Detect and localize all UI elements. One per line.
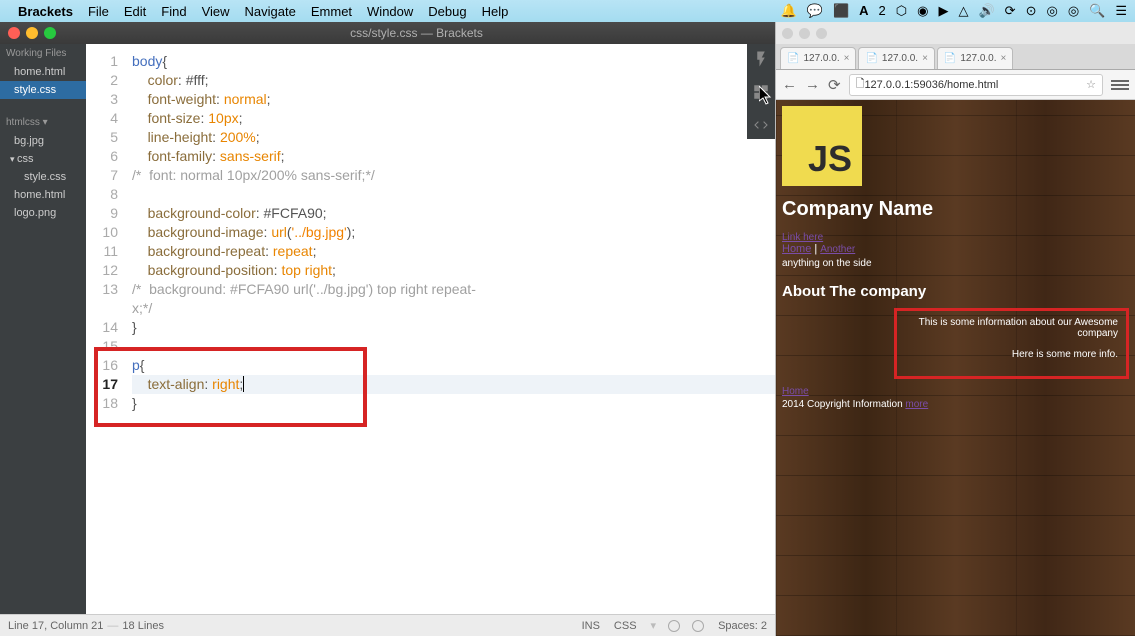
close-tab-icon[interactable]: × (844, 53, 850, 64)
reload-button[interactable]: ⟳ (828, 76, 841, 94)
close-tab-icon[interactable]: × (1001, 53, 1007, 64)
menu-navigate[interactable]: Navigate (245, 4, 296, 19)
line-count: 18 Lines (122, 620, 164, 632)
tray-icon[interactable]: ☰ (1115, 3, 1127, 19)
tree-file[interactable]: style.css (0, 168, 86, 186)
browser-tab[interactable]: 📄127.0.0.× (937, 47, 1013, 69)
bookmark-icon[interactable]: ☆ (1086, 78, 1096, 91)
menu-window[interactable]: Window (367, 4, 413, 19)
system-tray: 🔔 💬 ⬛ A 2 ⬡ ◉ ▶ △ 🔊 ⟳ ⊙ ◎ ◎ 🔍 ☰ (781, 3, 1127, 19)
nav-link[interactable]: Home (782, 243, 811, 255)
sideline-text: anything on the side (782, 258, 1129, 269)
menu-find[interactable]: Find (161, 4, 186, 19)
code-tag-icon[interactable] (752, 116, 770, 139)
chrome-window: 📄127.0.0.× 📄127.0.0.× 📄127.0.0.× ← → ⟳ 🗋… (775, 22, 1135, 636)
chrome-toolbar: ← → ⟳ 🗋 127.0.0.1:59036/home.html ☆ (776, 70, 1135, 100)
live-preview-icon[interactable] (752, 50, 770, 73)
about-heading: About The company (782, 283, 1129, 300)
brackets-titlebar: css/style.css — Brackets (0, 22, 775, 44)
working-files-label: Working Files (0, 44, 86, 63)
back-button[interactable]: ← (782, 76, 797, 93)
tray-icon[interactable]: A (859, 3, 868, 19)
tray-icon[interactable]: ▶ (938, 3, 948, 19)
zoom-button[interactable] (44, 27, 56, 39)
brackets-statusbar: Line 17, Column 21 — 18 Lines INS CSS ▾ … (0, 614, 775, 636)
zoom-button[interactable] (816, 28, 827, 39)
tray-icon[interactable]: ⬛ (833, 3, 849, 19)
minimize-button[interactable] (26, 27, 38, 39)
footer-link[interactable]: more (905, 399, 928, 410)
brackets-right-toolbar (747, 44, 775, 139)
tree-file[interactable]: bg.jpg (0, 132, 86, 150)
project-label[interactable]: htmlcss ▾ (0, 113, 86, 132)
forward-button[interactable]: → (805, 76, 820, 93)
tray-icon[interactable]: ⊙ (1026, 3, 1037, 19)
browser-viewport[interactable]: JS Company Name Link here Home|Another a… (776, 100, 1135, 636)
minimize-button[interactable] (799, 28, 810, 39)
tray-icon[interactable]: 2 (879, 3, 886, 19)
tray-icon[interactable]: 💬 (807, 3, 823, 19)
menu-view[interactable]: View (202, 4, 230, 19)
tray-icon[interactable]: ⟳ (1005, 3, 1016, 19)
tray-icon[interactable]: 🔊 (978, 3, 994, 19)
extension-manager-icon[interactable] (752, 83, 770, 106)
menu-help[interactable]: Help (482, 4, 509, 19)
insert-mode[interactable]: INS (582, 620, 600, 632)
code-editor[interactable]: 123456789101112131415161718 body{ color:… (86, 44, 775, 614)
nav-link[interactable]: Link here (782, 232, 823, 243)
menu-emmet[interactable]: Emmet (311, 4, 352, 19)
tree-file[interactable]: home.html (0, 186, 86, 204)
window-title: css/style.css — Brackets (66, 26, 767, 40)
brackets-window: css/style.css — Brackets Working Files h… (0, 22, 775, 636)
hamburger-menu-icon[interactable] (1111, 80, 1129, 90)
close-button[interactable] (8, 27, 20, 39)
chrome-titlebar (776, 22, 1135, 44)
address-bar[interactable]: 🗋 127.0.0.1:59036/home.html ☆ (849, 74, 1103, 96)
footer-link[interactable]: Home (782, 386, 809, 397)
js-logo: JS (782, 106, 862, 186)
working-file[interactable]: style.css (0, 81, 86, 99)
tray-icon[interactable]: ◎ (1046, 3, 1057, 19)
language-mode[interactable]: CSS (614, 620, 637, 632)
macos-menubar: Brackets File Edit Find View Navigate Em… (0, 0, 1135, 22)
tray-icon[interactable]: △ (958, 3, 968, 19)
page-title: Company Name (782, 198, 1129, 221)
menu-file[interactable]: File (88, 4, 109, 19)
status-indicator (692, 620, 704, 632)
browser-tab[interactable]: 📄127.0.0.× (780, 47, 856, 69)
tray-icon[interactable]: ◎ (1068, 3, 1079, 19)
info-paragraph: This is some information about our Aweso… (905, 317, 1118, 339)
browser-tab[interactable]: 📄127.0.0.× (858, 47, 934, 69)
working-file[interactable]: home.html (0, 63, 86, 81)
nav-links: Link here Home|Another (782, 231, 1129, 255)
app-name[interactable]: Brackets (18, 4, 73, 19)
tree-file[interactable]: logo.png (0, 204, 86, 222)
cursor-position: Line 17, Column 21 (8, 620, 103, 632)
tray-icon[interactable]: 🔔 (781, 3, 797, 19)
tray-icon[interactable]: ⬡ (896, 3, 907, 19)
line-gutter: 123456789101112131415161718 (86, 44, 126, 413)
nav-link[interactable]: Another (820, 244, 855, 255)
page-footer: Home 2014 Copyright Information more (782, 386, 1129, 410)
close-button[interactable] (782, 28, 793, 39)
menu-debug[interactable]: Debug (428, 4, 466, 19)
status-indicator (668, 620, 680, 632)
menu-edit[interactable]: Edit (124, 4, 146, 19)
brackets-sidebar: Working Files home.html style.css htmlcs… (0, 44, 86, 614)
tray-icon[interactable]: ◉ (917, 3, 928, 19)
close-tab-icon[interactable]: × (922, 53, 928, 64)
tree-folder[interactable]: css (0, 150, 86, 168)
tray-icon[interactable]: 🔍 (1089, 3, 1105, 19)
annotation-highlight: This is some information about our Aweso… (894, 308, 1129, 379)
spaces-setting[interactable]: Spaces: 2 (718, 620, 767, 632)
code-content[interactable]: body{ color: #fff; font-weight: normal; … (126, 44, 775, 413)
info-paragraph: Here is some more info. (905, 349, 1118, 360)
chrome-tabstrip: 📄127.0.0.× 📄127.0.0.× 📄127.0.0.× (776, 44, 1135, 70)
